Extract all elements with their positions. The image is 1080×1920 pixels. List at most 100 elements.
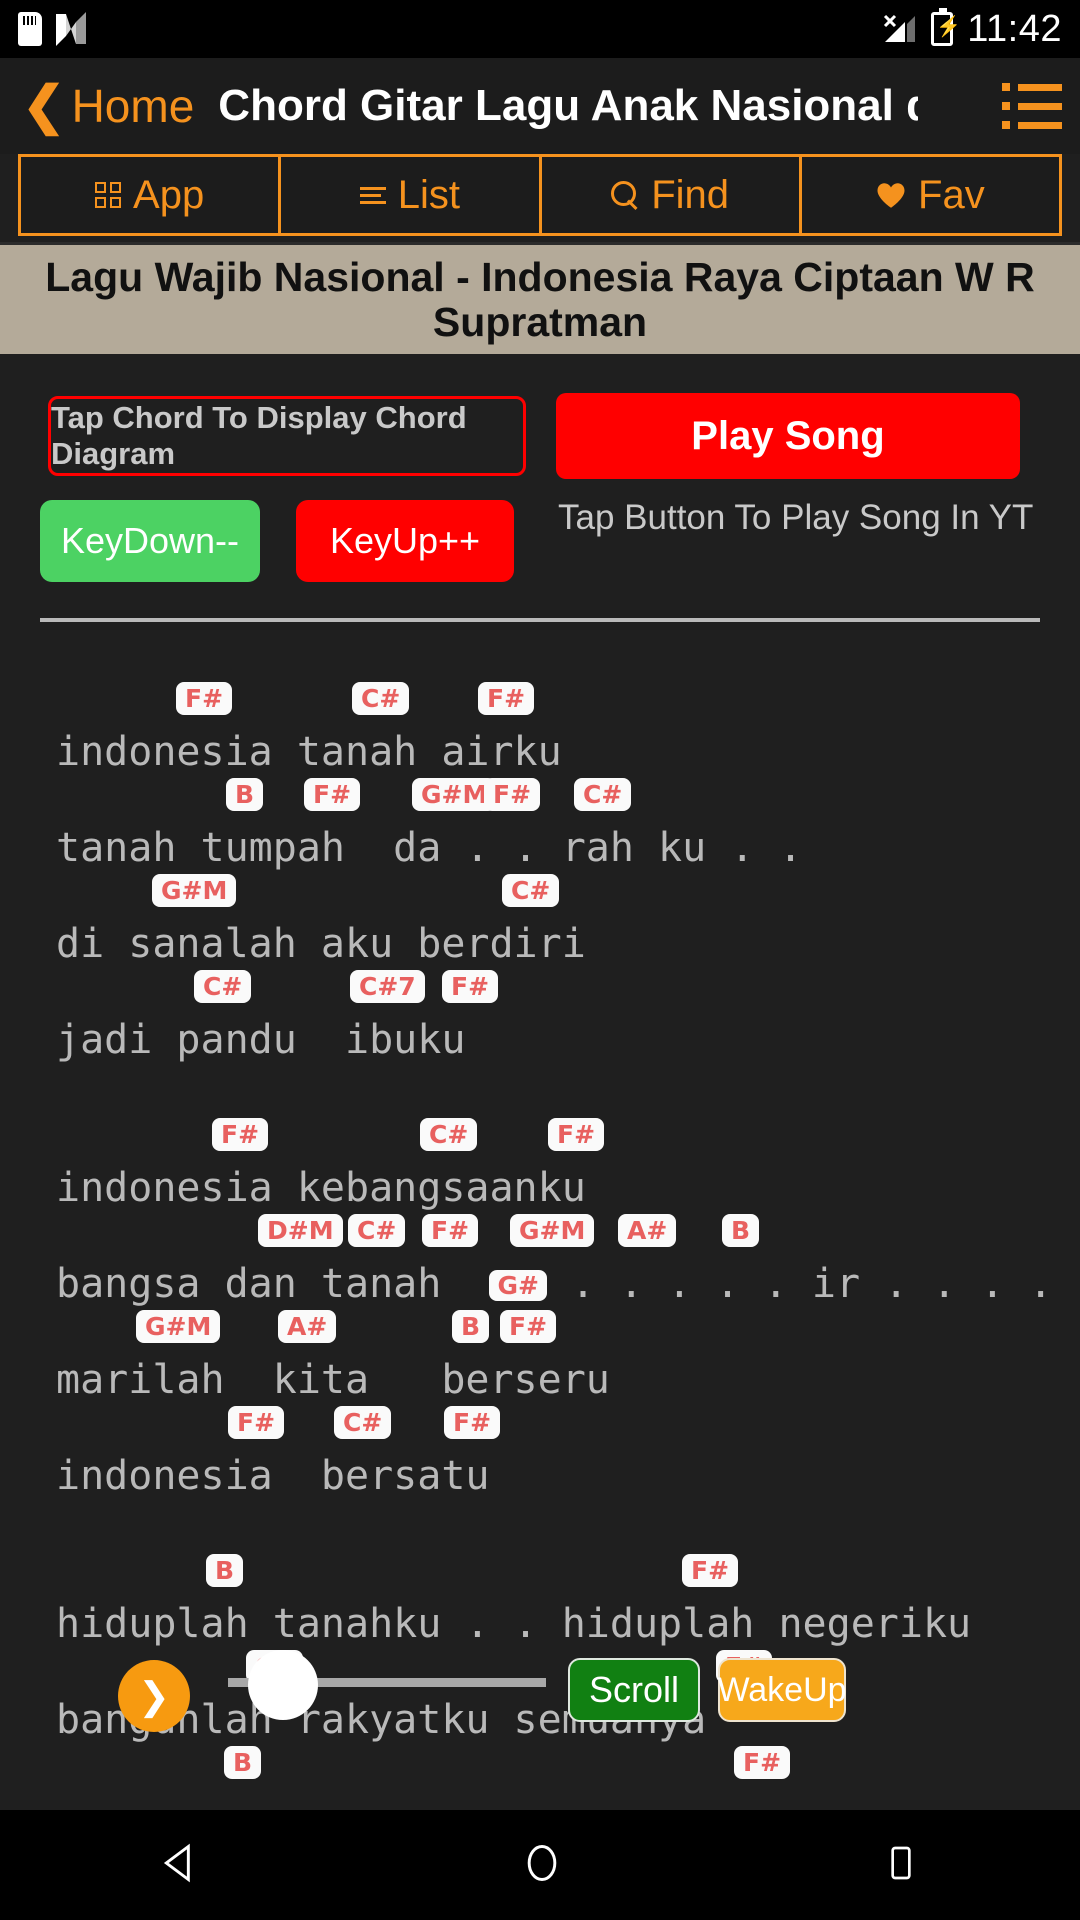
status-bar-left [18,12,86,46]
chord-badge[interactable]: C# [194,970,252,1003]
page-title: Chord Gitar Lagu Anak Nasional dan [218,81,919,130]
list-icon [359,186,386,204]
scroll-button[interactable]: Scroll [568,1658,700,1722]
app-root: ⚡ 11:42 ❮ Home Chord Gitar Lagu Anak Nas… [0,0,1080,1920]
chord-badge[interactable]: F# [228,1406,285,1439]
chord-row: D#M C# F# G#M A# B [0,1212,1080,1260]
lyric-line: di sanalah aku berdiri [56,921,586,967]
wakeup-button[interactable]: WakeUp [717,1658,847,1722]
chord-badge[interactable]: A# [278,1310,337,1343]
grid-icon [95,182,122,208]
chord-row: B F# G#M F# C# [0,776,1080,824]
chord-badge[interactable]: C# [352,682,410,715]
tab-bar: App List Find Fav [18,154,1062,236]
chord-badge[interactable]: F# [734,1746,791,1779]
nav-back-icon[interactable] [159,1841,203,1890]
nav-recent-icon[interactable] [881,1843,921,1888]
home-link[interactable]: Home [72,79,195,133]
chord-badge[interactable]: B [206,1554,244,1587]
chord-badge[interactable]: B [226,778,264,811]
chord-row: G#M A# B F# [0,1308,1080,1356]
key-up-button[interactable]: KeyUp++ [296,500,514,582]
chord-badge[interactable]: B [452,1310,490,1343]
chord-badge-inline[interactable]: G# [489,1270,547,1301]
tab-list-label: List [397,172,460,217]
tap-chord-button[interactable]: Tap Chord To Display Chord Diagram [48,396,526,476]
heart-icon [876,182,906,209]
lyric-line: jadi pandu ibuku [56,1017,466,1063]
nav-home-icon[interactable] [520,1841,564,1890]
chord-badge[interactable]: F# [500,1310,557,1343]
play-song-button[interactable]: Play Song [556,393,1020,479]
tab-list[interactable]: List [281,157,542,233]
status-bar-clock: 11:42 [967,7,1062,50]
chord-row: B F# [0,1552,1080,1600]
chord-badge[interactable]: C# [574,778,632,811]
chord-row: F# C# F# [0,1116,1080,1164]
chord-badge[interactable]: F# [548,1118,605,1151]
chord-badge[interactable]: F# [212,1118,269,1151]
chord-badge[interactable]: B [224,1746,262,1779]
chord-badge[interactable]: G#M [510,1214,595,1247]
chord-badge[interactable]: F# [478,682,535,715]
chord-badge[interactable]: A# [618,1214,677,1247]
chord-badge[interactable]: C#7 [350,970,425,1003]
android-nav-bar [0,1810,1080,1920]
chord-row: C# C#7 F# [0,968,1080,1016]
chord-badge[interactable]: F# [444,1406,501,1439]
chord-badge[interactable]: C# [420,1118,478,1151]
tab-fav[interactable]: Fav [802,157,1059,233]
chord-badge[interactable]: C# [502,874,560,907]
lyric-line: marilah kita berseru [56,1357,610,1403]
app-header: ❮ Home Chord Gitar Lagu Anak Nasional da… [0,58,1080,154]
list-menu-icon[interactable] [1002,83,1062,129]
tab-find[interactable]: Find [542,157,802,233]
lyric-line: indonesia kebangsaanku [56,1165,586,1211]
touch-indicator [248,1650,318,1720]
chevron-right-icon[interactable]: ❯ [118,1660,190,1732]
menu-row [1002,83,1062,91]
signal-no-sim-icon [883,14,917,44]
chord-badge[interactable]: F# [304,778,361,811]
chord-row: F# C# F# [0,1404,1080,1452]
back-chevron-icon[interactable]: ❮ [18,80,72,132]
chord-badge[interactable]: F# [176,682,233,715]
chord-badge[interactable]: G#M [136,1310,221,1343]
chord-row: G#M C# [0,872,1080,920]
chord-badge[interactable]: F# [422,1214,479,1247]
song-title: Lagu Wajib Nasional - Indonesia Raya Cip… [45,254,1035,345]
chord-badge[interactable]: F# [682,1554,739,1587]
chord-row: F# C# F# [0,680,1080,728]
chord-badge[interactable]: D#M [258,1214,343,1247]
tab-app-label: App [133,172,205,217]
chord-sheet: F# C# F# indonesia tanah airku B F# G#M F# C# tan… [0,680,1080,1800]
song-title-banner: Lagu Wajib Nasional - Indonesia Raya Cip… [0,242,1080,354]
sd-card-icon [18,12,42,46]
chord-badge[interactable]: F# [442,970,499,1003]
controls-panel: Tap Chord To Display Chord Diagram Play … [0,360,1080,660]
chord-badge[interactable]: C# [348,1214,406,1247]
chord-badge[interactable]: B [722,1214,760,1247]
lyric-line: indonesia bersatu [56,1453,490,1499]
status-bar: ⚡ 11:42 [0,0,1080,58]
key-down-button[interactable]: KeyDown-- [40,500,260,582]
chord-badge[interactable]: G#M [152,874,237,907]
lyric-line: indonesia tanah airku [56,729,562,775]
lyric-line [0,1792,1080,1800]
n-logo-icon [56,12,86,46]
lyric-line: tanah tumpah da . . rah ku . . [56,825,803,871]
menu-row [1002,102,1062,110]
lyric-line: bangsa dan tanah G# . . . . . ir . . . .… [56,1261,1080,1307]
search-icon [611,181,639,209]
chord-badge[interactable]: F# [484,778,541,811]
youtube-hint-text: Tap Button To Play Song In YT [558,498,1034,537]
section-divider [40,618,1040,622]
tab-find-label: Find [651,172,730,217]
chord-badge[interactable]: C# [334,1406,392,1439]
tab-fav-label: Fav [918,172,985,217]
chord-row: B F# [0,1744,1080,1792]
menu-row [1002,121,1062,129]
tab-app[interactable]: App [21,157,282,233]
